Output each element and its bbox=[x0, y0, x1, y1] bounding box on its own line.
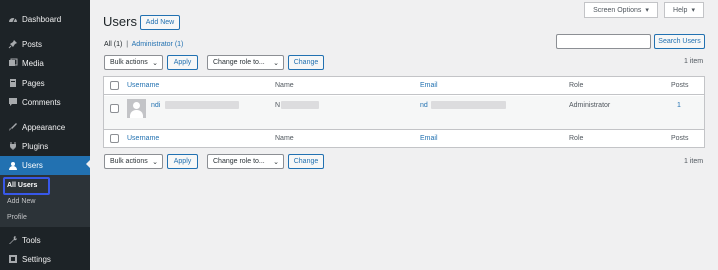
column-username[interactable]: Username bbox=[127, 82, 159, 89]
sidebar-item-users[interactable]: Users bbox=[0, 156, 91, 175]
bulk-actions-label: Bulk actions bbox=[110, 59, 148, 66]
tools-icon bbox=[6, 235, 20, 245]
submenu-item-profile[interactable]: Profile bbox=[7, 214, 27, 221]
redacted-email bbox=[431, 101, 506, 109]
search-users-label: Search Users bbox=[658, 38, 701, 45]
change-role-select-bottom[interactable]: Change role to... ⌄ bbox=[207, 154, 284, 169]
screen-options-tab[interactable]: Screen Options ▾ bbox=[584, 2, 658, 18]
admin-sidebar: Dashboard Posts Media Pages Comments App… bbox=[0, 0, 91, 270]
bulk-actions-label: Bulk actions bbox=[110, 158, 148, 165]
sidebar-item-settings[interactable]: Settings bbox=[0, 251, 90, 267]
submenu-item-add-new[interactable]: Add New bbox=[7, 198, 35, 205]
column-email[interactable]: Email bbox=[420, 135, 438, 142]
change-role-label: Change role to... bbox=[213, 59, 265, 66]
sidebar-item-comments[interactable]: Comments bbox=[0, 94, 90, 110]
chevron-down-icon: ▾ bbox=[645, 7, 649, 14]
column-name: Name bbox=[275, 82, 294, 89]
annotation-highlight-box bbox=[3, 177, 50, 195]
media-icon bbox=[6, 58, 20, 68]
sidebar-item-plugins[interactable]: Plugins bbox=[0, 138, 90, 154]
bulk-actions-select-bottom[interactable]: Bulk actions ⌄ bbox=[104, 154, 163, 169]
chevron-down-icon: ⌄ bbox=[152, 60, 158, 67]
chevron-down-icon: ⌄ bbox=[273, 60, 279, 67]
sidebar-item-appearance[interactable]: Appearance bbox=[0, 119, 90, 135]
sidebar-item-label: Dashboard bbox=[22, 14, 62, 24]
select-all-checkbox[interactable] bbox=[110, 81, 119, 90]
filter-administrator[interactable]: Administrator (1) bbox=[132, 41, 184, 48]
help-tab[interactable]: Help ▾ bbox=[664, 2, 704, 18]
change-label: Change bbox=[293, 158, 319, 165]
filter-all[interactable]: All (1) bbox=[104, 41, 122, 48]
chevron-down-icon: ⌄ bbox=[152, 159, 158, 166]
search-users-input[interactable] bbox=[556, 34, 651, 49]
add-new-user-button[interactable]: Add New bbox=[140, 15, 180, 30]
users-icon bbox=[6, 161, 20, 171]
sidebar-item-label: Tools bbox=[22, 235, 41, 245]
chevron-down-icon: ▾ bbox=[691, 7, 695, 14]
sidebar-item-label: Pages bbox=[22, 78, 45, 88]
sidebar-item-dashboard[interactable]: Dashboard bbox=[0, 11, 90, 27]
current-menu-arrow bbox=[86, 159, 91, 169]
apply-button-bottom[interactable]: Apply bbox=[167, 154, 198, 169]
search-users-button[interactable]: Search Users bbox=[654, 34, 705, 49]
screen-options-label: Screen Options bbox=[593, 6, 642, 14]
table-footer: Username Name Email Role Posts bbox=[104, 129, 704, 147]
select-all-checkbox-footer[interactable] bbox=[110, 134, 119, 143]
row-email[interactable]: nd bbox=[420, 102, 428, 109]
avatar bbox=[127, 99, 146, 118]
column-posts: Posts bbox=[671, 82, 689, 89]
pin-icon bbox=[6, 39, 20, 49]
item-count: 1 item bbox=[684, 58, 704, 65]
row-role: Administrator bbox=[569, 102, 611, 109]
add-new-label: Add New bbox=[145, 19, 175, 26]
row-posts[interactable]: 1 bbox=[677, 102, 681, 109]
table-header: Username Name Email Role Posts bbox=[104, 77, 704, 95]
redacted-name bbox=[281, 101, 319, 109]
change-role-select[interactable]: Change role to... ⌄ bbox=[207, 55, 284, 70]
sidebar-item-label: Posts bbox=[22, 39, 43, 49]
change-role-label: Change role to... bbox=[213, 158, 265, 165]
change-role-button-bottom[interactable]: Change bbox=[288, 154, 324, 169]
apply-label: Apply bbox=[173, 59, 192, 66]
sidebar-item-label: Appearance bbox=[22, 122, 66, 132]
users-table: Username Name Email Role Posts ndi N nd … bbox=[103, 76, 705, 148]
sidebar-item-label: Media bbox=[22, 58, 44, 68]
role-filter-links: All (1) | Administrator (1) bbox=[104, 41, 183, 48]
column-username[interactable]: Username bbox=[127, 135, 159, 142]
table-row: ndi N nd Administrator 1 bbox=[104, 96, 704, 129]
bulk-actions-select[interactable]: Bulk actions ⌄ bbox=[104, 55, 163, 70]
column-posts: Posts bbox=[671, 135, 689, 142]
sidebar-item-media[interactable]: Media bbox=[0, 55, 90, 71]
row-username[interactable]: ndi bbox=[151, 102, 160, 109]
redacted-username bbox=[165, 101, 239, 109]
change-role-button[interactable]: Change bbox=[288, 55, 324, 70]
column-role: Role bbox=[569, 135, 584, 142]
row-name: N bbox=[275, 102, 281, 109]
sidebar-item-label: Users bbox=[22, 161, 43, 170]
sidebar-item-label: Comments bbox=[22, 97, 61, 107]
sidebar-item-pages[interactable]: Pages bbox=[0, 75, 90, 91]
change-label: Change bbox=[293, 59, 319, 66]
apply-label: Apply bbox=[173, 158, 192, 165]
sidebar-item-label: Plugins bbox=[22, 141, 49, 151]
help-label: Help bbox=[673, 6, 688, 14]
page-title: Users bbox=[103, 14, 137, 29]
column-email[interactable]: Email bbox=[420, 82, 438, 89]
column-name: Name bbox=[275, 135, 294, 142]
chevron-down-icon: ⌄ bbox=[273, 159, 279, 166]
apply-button[interactable]: Apply bbox=[167, 55, 198, 70]
sidebar-item-tools[interactable]: Tools bbox=[0, 232, 90, 248]
pages-icon bbox=[6, 78, 20, 88]
appearance-icon bbox=[6, 122, 20, 132]
column-role: Role bbox=[569, 82, 584, 89]
dashboard-icon bbox=[6, 14, 20, 24]
sidebar-item-posts[interactable]: Posts bbox=[0, 36, 90, 52]
row-checkbox[interactable] bbox=[110, 104, 119, 113]
sidebar-item-label: Settings bbox=[22, 254, 51, 264]
settings-icon bbox=[6, 254, 20, 264]
comments-icon bbox=[6, 97, 20, 107]
plugins-icon bbox=[6, 141, 20, 151]
filter-separator: | bbox=[126, 41, 129, 48]
item-count-bottom: 1 item bbox=[684, 158, 704, 165]
